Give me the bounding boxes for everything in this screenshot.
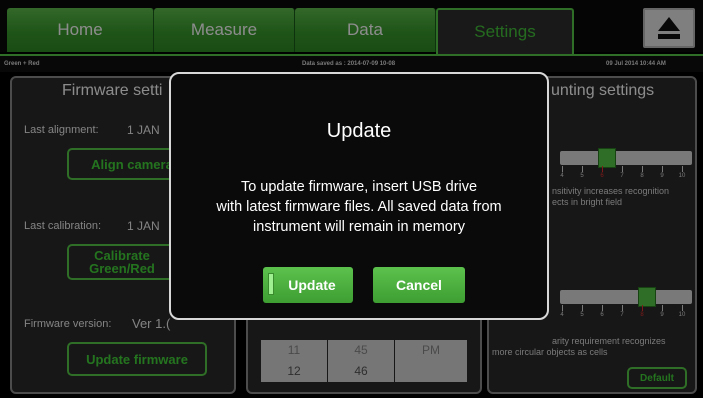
dialog-message-line1: To update firmware, insert USB drive [240, 179, 478, 195]
focus-indicator [268, 273, 274, 295]
dialog-message: To update firmware, insert USB drive wit… [171, 177, 547, 237]
dialog-message-line2: with latest firmware files. All saved da… [216, 199, 502, 215]
dialog-update-button[interactable]: Update [263, 267, 353, 303]
update-dialog: Update To update firmware, insert USB dr… [169, 72, 549, 320]
dialog-cancel-button[interactable]: Cancel [373, 267, 465, 303]
dialog-title: Update [326, 120, 392, 142]
dialog-update-label: Update [288, 277, 336, 293]
dialog-message-line3: instrument will remain in memory [253, 219, 465, 235]
